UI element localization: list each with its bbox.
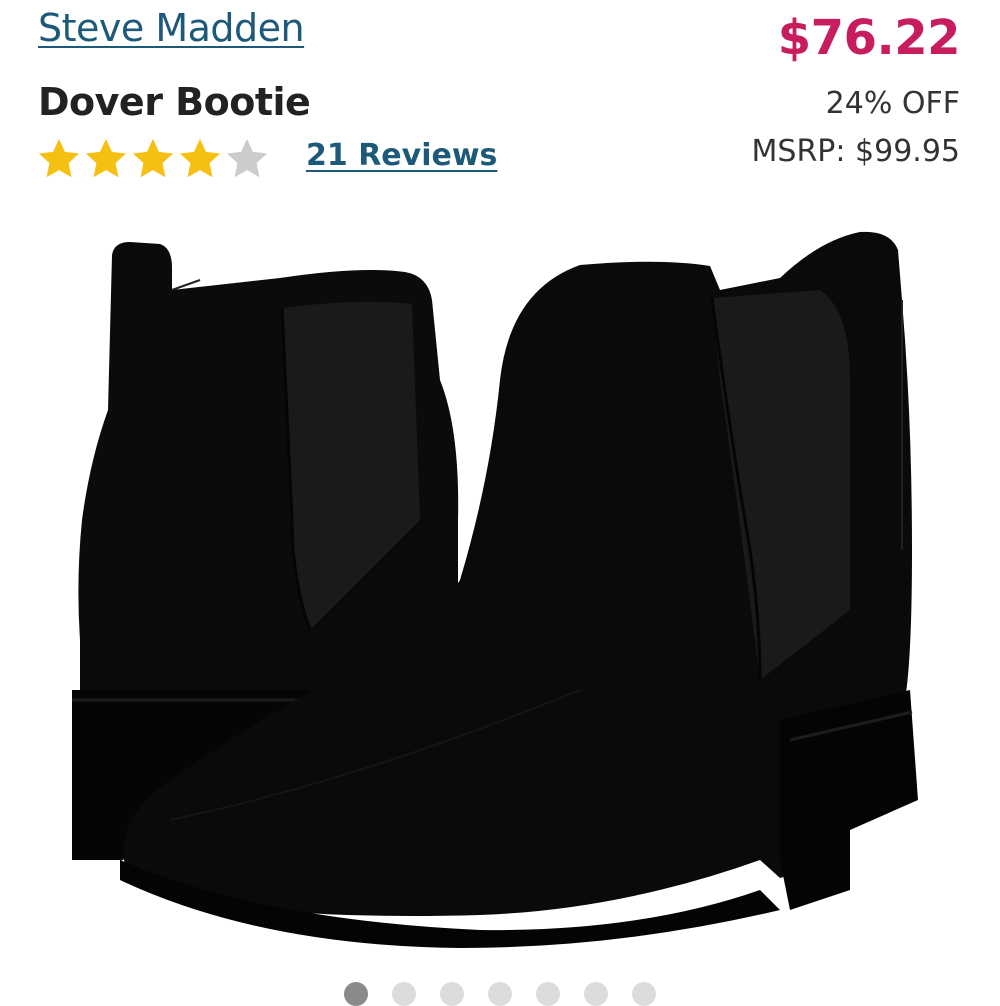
star-icon-3: [130, 136, 176, 182]
product-title: Dover Bootie: [38, 80, 311, 124]
carousel-dot-7[interactable]: [632, 982, 656, 1006]
carousel-dot-3[interactable]: [440, 982, 464, 1006]
star-icon-4: [177, 136, 223, 182]
carousel-dot-1[interactable]: [344, 982, 368, 1006]
star-rating[interactable]: [36, 136, 271, 182]
carousel-dot-6[interactable]: [584, 982, 608, 1006]
brand-link[interactable]: Steve Madden: [38, 6, 305, 50]
sale-price: $76.22: [777, 10, 961, 66]
carousel-dot-4[interactable]: [488, 982, 512, 1006]
reviews-link[interactable]: 21 Reviews: [306, 138, 497, 173]
star-icon-2: [83, 136, 129, 182]
carousel-dot-2[interactable]: [392, 982, 416, 1006]
price-block: $76.22 24% OFF MSRP: $99.95: [751, 8, 961, 174]
chelsea-boot-image: [72, 231, 918, 948]
star-icon-5: [224, 136, 270, 182]
carousel-dot-5[interactable]: [536, 982, 560, 1006]
product-image[interactable]: [60, 220, 940, 950]
discount-label: 24% OFF: [825, 86, 960, 121]
image-carousel-pager[interactable]: [0, 982, 1000, 1006]
star-icon-1: [36, 136, 82, 182]
msrp-label: MSRP: $99.95: [751, 134, 960, 169]
